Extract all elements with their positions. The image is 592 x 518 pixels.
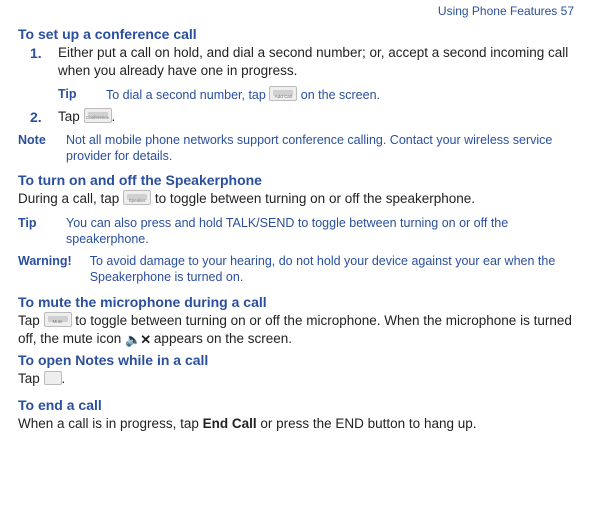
tip-body: To dial a second number, tap Add Call on… [106,86,380,103]
warning-callout: Warning! To avoid damage to your hearing… [18,253,574,286]
tip-label: Tip [18,215,48,248]
endcall-body: When a call is in progress, tap End Call… [18,415,574,433]
mute-pre: Tap [18,313,44,328]
speaker-icon: Speaker [123,190,151,205]
section-title-endcall: To end a call [18,397,574,413]
step-number: 2. [30,108,42,127]
mute-body: Tap Mute to toggle between turning on or… [18,312,574,349]
tip-body: You can also press and hold TALK/SEND to… [66,215,574,248]
section-title-conference: To set up a conference call [18,26,574,42]
tip-text-pre: To dial a second number, tap [106,88,269,102]
page-header: Using Phone Features 57 [18,4,574,18]
warning-label: Warning! [18,253,72,286]
step-number: 1. [30,44,42,63]
mute-post: appears on the screen. [150,331,292,346]
mute-mid: to toggle between turning on or off the … [18,313,572,346]
steps-list: 1. Either put a call on hold, and dial a… [18,44,574,126]
step-2: 2. Tap Conference. [18,108,574,126]
notes-body: Tap . [18,370,574,388]
tip-text-post: on the screen. [297,88,380,102]
tip-callout-speaker: Tip You can also press and hold TALK/SEN… [18,215,574,248]
tip-callout: Tip To dial a second number, tap Add Cal… [58,86,574,103]
step2-post: . [112,109,116,124]
step-text: Tap Conference. [58,109,115,124]
warning-body: To avoid damage to your hearing, do not … [90,253,574,286]
step-text: Either put a call on hold, and dial a se… [58,45,568,78]
notes-pre: Tap [18,371,44,386]
note-label: Note [18,132,48,165]
sp-pre: During a call, tap [18,191,123,206]
sp-post: to toggle between turning on or off the … [151,191,475,206]
note-body: Not all mobile phone networks support co… [66,132,574,165]
end-call-label: End Call [203,416,257,431]
mute-button-icon: Mute [44,312,72,327]
notes-icon [44,371,62,385]
end-pre: When a call is in progress, tap [18,416,203,431]
mute-status-icon: 🔈✕ [125,331,150,349]
step2-pre: Tap [58,109,84,124]
notes-post: . [62,371,66,386]
document-page: Using Phone Features 57 To set up a conf… [0,0,592,443]
note-callout: Note Not all mobile phone networks suppo… [18,132,574,165]
section-title-mute: To mute the microphone during a call [18,294,574,310]
end-post: or press the END button to hang up. [257,416,477,431]
add-call-icon: Add Call [269,86,297,101]
conference-icon: Conference [84,108,112,123]
step-1: 1. Either put a call on hold, and dial a… [18,44,574,104]
section-title-speakerphone: To turn on and off the Speakerphone [18,172,574,188]
section-title-notes: To open Notes while in a call [18,352,574,368]
tip-label: Tip [58,86,88,103]
speakerphone-body: During a call, tap Speaker to toggle bet… [18,190,574,208]
